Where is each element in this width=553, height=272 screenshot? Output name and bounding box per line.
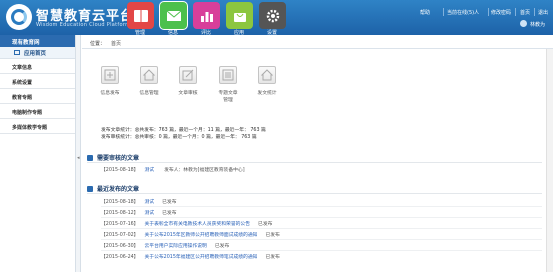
help-link[interactable]: 帮助 — [420, 9, 430, 16]
row-status: 已发布 — [162, 200, 177, 205]
table-row: 【2015-07-02】 关于公布2015年区教师公开招聘教师面试成绩的通知 已发布 — [101, 231, 280, 238]
table-row: 【2015-07-16】 关于表彰全市有关电教技术人员获奖和荣誉的公告 已发布 — [101, 220, 272, 227]
house-icon — [261, 69, 273, 81]
nav-info-label: 信息 — [167, 30, 178, 36]
collapse-arrow-icon[interactable]: ◂ — [77, 155, 80, 161]
row-date: 【2015-08-12】 — [101, 211, 139, 216]
home-link[interactable]: 首页 — [520, 9, 530, 16]
pending-section-title: 需要审核的文章 — [87, 153, 139, 162]
section-icon — [87, 185, 93, 192]
section-icon — [87, 154, 93, 161]
change-password-link[interactable]: 修改密码 — [491, 9, 511, 16]
table-row: 【2015-08-18】 测试 已发布 — [101, 198, 177, 205]
row-title-link[interactable]: 测试 — [144, 200, 154, 205]
recent-section-title: 最近发布的文章 — [87, 184, 139, 193]
row-status: 已发布 — [258, 222, 273, 227]
review-stats-line: 发布审核统计：总共审核：0 篇，最近一个月：0 篇，最近一年： 763 篇 — [101, 135, 257, 140]
row-date: 【2015-07-16】 — [101, 222, 139, 227]
sidebar-item-system-settings[interactable]: 系统设置 — [0, 74, 75, 89]
divider — [87, 162, 542, 163]
publish-stats-label: 发文统计 — [257, 91, 277, 96]
breadcrumb-current[interactable]: 首页 — [111, 41, 121, 47]
house-icon — [143, 69, 155, 81]
sidebar-item-app-home[interactable]: 应用首页 — [0, 47, 75, 59]
table-row: 【2015-08-12】 测试 已发布 — [101, 209, 177, 216]
vertical-scrollbar[interactable] — [546, 49, 553, 272]
divider — [87, 193, 542, 194]
topic-articles-tile[interactable] — [219, 66, 237, 84]
publish-info-tile[interactable] — [101, 66, 119, 84]
book-icon — [133, 9, 148, 22]
publish-stats-tile[interactable] — [258, 66, 276, 84]
table-row: 【2015-08-18】 测试 发布人：林教为[福建区教育装备中心] — [101, 166, 245, 173]
sidebar-header: 现有教育网 — [0, 35, 75, 47]
row-title-link[interactable]: 测试 — [144, 168, 154, 173]
row-title-link[interactable]: 关于公布2015年区教师公开招聘教师面试成绩的通知 — [144, 233, 257, 238]
row-status: 已发布 — [162, 211, 177, 216]
logo-icon — [6, 4, 32, 30]
row-date: 【2015-06-30】 — [101, 244, 139, 249]
row-title-link[interactable]: 云平台用户实际应用操作说明 — [144, 244, 206, 249]
gear-icon — [266, 9, 279, 22]
row-title-link[interactable]: 测试 — [144, 211, 154, 216]
breadcrumb: 位置： 首页 — [82, 37, 553, 49]
row-status: 已发布 — [214, 244, 230, 249]
topic-articles-label: 专题文章 — [218, 91, 238, 96]
topic-articles-label2: 管理 — [223, 98, 233, 103]
sidebar-item-education-topics[interactable]: 教育专题 — [0, 89, 75, 104]
sidebar-splitter[interactable] — [76, 35, 81, 272]
nav-manage-label: 管理 — [134, 30, 145, 36]
sidebar-item-computer-topics[interactable]: 电脑制作专题 — [0, 104, 75, 119]
top-bar: 智慧教育云平台 Wisdom Education Cloud Platform … — [0, 0, 553, 36]
envelope-icon — [166, 10, 181, 21]
online-count: 当前在线(5)人 — [447, 10, 480, 16]
bag-icon — [233, 12, 246, 22]
logout-link[interactable]: 退出 — [538, 9, 548, 16]
edit-icon — [182, 69, 194, 81]
sidebar: 现有教育网 应用首页 文章信息 系统设置 教育专题 电脑制作专题 多媒体教学专题 — [0, 35, 76, 272]
review-articles-tile[interactable] — [179, 66, 197, 84]
breadcrumb-label: 位置： — [90, 41, 106, 47]
row-date: 【2015-07-02】 — [101, 233, 139, 238]
sidebar-item-multimedia-topics[interactable]: 多媒体教学专题 — [0, 119, 75, 134]
monitor-icon — [14, 50, 20, 55]
publish-info-label: 信息发布 — [100, 91, 120, 96]
bar-chart-icon — [200, 11, 213, 22]
row-publisher: 发布人：林教为[福建区教育装备中心] — [164, 168, 245, 173]
manage-info-label: 信息管理 — [139, 91, 159, 96]
nav-settings-button[interactable] — [259, 2, 286, 29]
nav-info-button[interactable] — [160, 2, 187, 29]
manage-info-tile[interactable] — [140, 66, 158, 84]
row-title-link[interactable]: 关于表彰全市有关电教技术人员获奖和荣誉的公告 — [144, 222, 250, 227]
publish-stats-line: 发布文章统计：总共发布：763 篇，最近一个月：11 篇，最近一年： 763 篇 — [101, 128, 266, 133]
nav-manage-button[interactable] — [127, 2, 154, 29]
nav-rating-label: 评比 — [200, 30, 211, 36]
nav-apps-button[interactable] — [226, 2, 253, 29]
row-date: 【2015-08-18】 — [101, 168, 139, 173]
row-status: 已发布 — [265, 233, 280, 238]
row-title-link[interactable]: 关于公布2015年福建区公开招聘教师笔试成绩的通知 — [144, 255, 257, 260]
row-date: 【2015-08-18】 — [101, 200, 139, 205]
nav-rating-button[interactable] — [193, 2, 220, 29]
review-articles-label: 文章审核 — [178, 91, 198, 96]
app-subtitle: Wisdom Education Cloud Platform — [36, 22, 131, 28]
row-date: 【2015-06-24】 — [101, 255, 139, 260]
plus-doc-icon — [104, 69, 116, 81]
list-doc-icon — [222, 69, 234, 81]
table-row: 【2015-06-30】 云平台用户实际应用操作说明 已发布 — [101, 242, 229, 249]
nav-apps-label: 应用 — [233, 30, 244, 36]
sidebar-item-articles[interactable]: 文章信息 — [0, 59, 75, 74]
table-row: 【2015-06-24】 关于公布2015年福建区公开招聘教师笔试成绩的通知 已发布 — [101, 253, 280, 260]
row-status: 已发布 — [265, 255, 280, 260]
sidebar-item-label: 应用首页 — [24, 50, 47, 57]
user-icon — [520, 20, 527, 27]
user-name: 林教为 — [530, 22, 546, 28]
nav-settings-label: 设置 — [266, 30, 277, 36]
